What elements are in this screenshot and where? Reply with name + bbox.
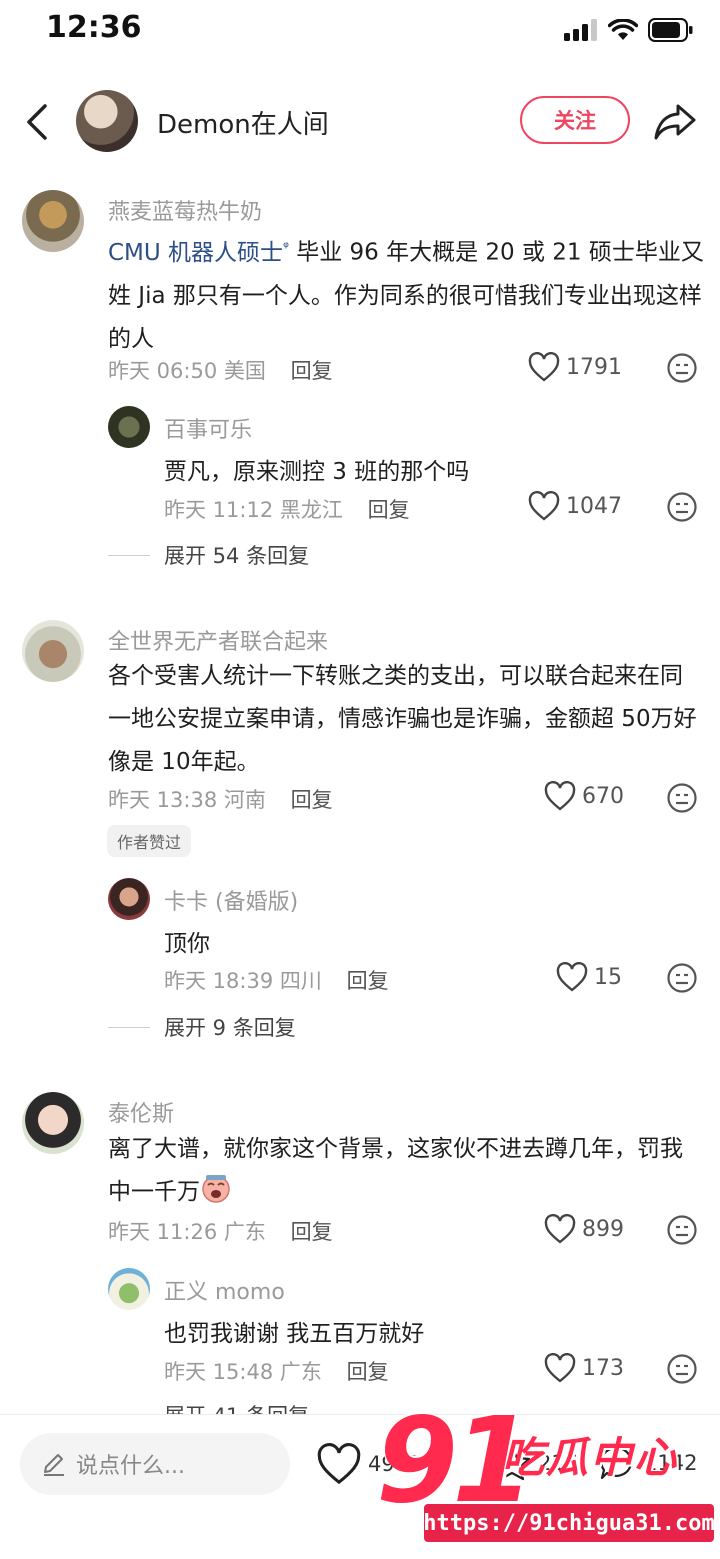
- comment-text[interactable]: 离了大谱，就你家这个背景，这家伙不进去蹲几年，罚我中一千万: [108, 1128, 704, 1214]
- comment-time: 昨天 06:50: [108, 359, 218, 383]
- pencil-icon: [44, 1454, 64, 1476]
- reply-location: 广东: [279, 1360, 322, 1384]
- heart-icon: [544, 1353, 576, 1383]
- like-count: 899: [582, 1216, 624, 1242]
- reply-location: 黑龙江: [279, 498, 343, 522]
- like-button[interactable]: 15: [556, 962, 622, 992]
- status-icons: [564, 18, 694, 42]
- comment-body: 离了大谱，就你家这个背景，这家伙不进去蹲几年，罚我中一千万: [108, 1136, 683, 1205]
- comment-location: 美国: [223, 359, 266, 383]
- reply-button[interactable]: 回复: [291, 788, 333, 812]
- like-button[interactable]: 1047: [528, 491, 622, 521]
- reply-text[interactable]: 也罚我谢谢 我五百万就好: [164, 1314, 424, 1348]
- heart-icon: [544, 781, 576, 811]
- crying-emoji-icon: [202, 1175, 230, 1203]
- reply-button[interactable]: 回复: [291, 1220, 333, 1244]
- reply-location: 四川: [279, 969, 322, 993]
- reply-button[interactable]: 回复: [291, 359, 333, 383]
- reply-time: 昨天 18:39: [164, 969, 274, 993]
- expand-replies[interactable]: 展开 54 条回复: [108, 540, 309, 570]
- heart-icon: [556, 962, 588, 992]
- like-count: 1791: [566, 354, 622, 380]
- dislike-icon[interactable]: [666, 962, 698, 994]
- expand-replies[interactable]: 展开 9 条回复: [108, 1012, 296, 1042]
- comment-location: 广东: [223, 1220, 266, 1244]
- reply-meta: 昨天 11:12 黑龙江 回复: [164, 494, 410, 524]
- comment-text[interactable]: 各个受害人统计一下转账之类的支出，可以联合起来在同一地公安提立案申请，情感诈骗也…: [108, 655, 704, 784]
- comment-input[interactable]: 说点什么...: [20, 1433, 290, 1495]
- like-count: 15: [594, 964, 622, 990]
- avatar[interactable]: [22, 1092, 84, 1154]
- heart-icon: [528, 491, 560, 521]
- signal-icon: [564, 19, 597, 41]
- battery-icon: [648, 18, 693, 42]
- like-button[interactable]: 670: [544, 781, 624, 811]
- chevron-left-icon: [27, 104, 47, 140]
- avatar[interactable]: [108, 878, 150, 920]
- reply-username[interactable]: 正义 momo: [164, 1274, 285, 1306]
- reply-text[interactable]: 贾凡，原来测控 3 班的那个吗: [164, 452, 469, 486]
- avatar[interactable]: [108, 406, 150, 448]
- author-avatar[interactable]: [76, 90, 138, 152]
- expand-label: 展开 54 条回复: [164, 544, 310, 568]
- reply-text[interactable]: 顶你: [164, 924, 210, 958]
- dislike-icon[interactable]: [666, 782, 698, 814]
- comment-location: 河南: [223, 788, 266, 812]
- reply-time: 昨天 11:12: [164, 498, 274, 522]
- like-button[interactable]: 899: [544, 1214, 624, 1244]
- back-button[interactable]: [18, 100, 58, 144]
- comment-meta: 昨天 06:50 美国 回复: [108, 355, 333, 385]
- avatar[interactable]: [22, 620, 84, 682]
- reply-username[interactable]: 百事可乐: [164, 412, 252, 444]
- comment-time: 昨天 13:38: [108, 788, 218, 812]
- wifi-icon: [608, 19, 638, 40]
- reply-time: 昨天 15:48: [164, 1360, 274, 1384]
- reply-button[interactable]: 回复: [368, 498, 410, 522]
- watermark-url: https://91chigua31.com: [423, 1504, 715, 1542]
- heart-icon: [317, 1443, 361, 1485]
- like-button[interactable]: 1791: [528, 352, 622, 382]
- status-time: 12:36: [46, 10, 142, 45]
- comment-input-placeholder: 说点什么...: [76, 1454, 185, 1479]
- dislike-icon[interactable]: [666, 352, 698, 384]
- comment-meta: 昨天 11:26 广东 回复: [108, 1216, 333, 1246]
- heart-icon: [544, 1214, 576, 1244]
- share-icon: [654, 104, 696, 140]
- like-count: 670: [582, 783, 624, 809]
- expand-label: 展开 9 条回复: [164, 1016, 296, 1040]
- watermark-text: 吃瓜中心: [502, 1433, 679, 1482]
- comment-username[interactable]: 泰伦斯: [108, 1096, 174, 1128]
- comment-time: 昨天 11:26: [108, 1220, 218, 1244]
- dislike-icon[interactable]: [666, 1353, 698, 1385]
- watermark: 91 吃瓜中心 https://91chigua31.com: [372, 1400, 720, 1558]
- like-count: 173: [582, 1355, 624, 1381]
- reply-meta: 昨天 15:48 广东 回复: [164, 1356, 389, 1386]
- comment-meta: 昨天 13:38 河南 回复: [108, 784, 333, 814]
- reply-button[interactable]: 回复: [347, 969, 389, 993]
- author-name[interactable]: Demon在人间: [157, 104, 329, 141]
- reply-button[interactable]: 回复: [347, 1360, 389, 1384]
- author-liked-badge: 作者赞过: [107, 825, 192, 857]
- dislike-icon[interactable]: [666, 1214, 698, 1246]
- comment-username[interactable]: 全世界无产者联合起来: [108, 624, 328, 656]
- status-bar: 12:36: [0, 0, 720, 64]
- reply-username[interactable]: 卡卡 (备婚版): [164, 884, 298, 916]
- follow-button[interactable]: 关注: [520, 96, 630, 144]
- comment-text[interactable]: CMU 机器人硕士ᵠ 毕业 96 年大概是 20 或 21 硕士毕业又姓 Jia…: [108, 226, 704, 361]
- share-button[interactable]: [652, 98, 698, 144]
- post-header: Demon在人间 关注: [0, 80, 720, 164]
- heart-icon: [528, 352, 560, 382]
- comment-username[interactable]: 燕麦蓝莓热牛奶: [108, 194, 262, 226]
- dislike-icon[interactable]: [666, 491, 698, 523]
- like-button[interactable]: 173: [544, 1353, 624, 1383]
- reply-meta: 昨天 18:39 四川 回复: [164, 965, 389, 995]
- avatar[interactable]: [108, 1268, 150, 1310]
- avatar[interactable]: [22, 190, 84, 252]
- mention-link[interactable]: CMU 机器人硕士ᵠ: [108, 239, 289, 266]
- like-count: 1047: [566, 493, 622, 519]
